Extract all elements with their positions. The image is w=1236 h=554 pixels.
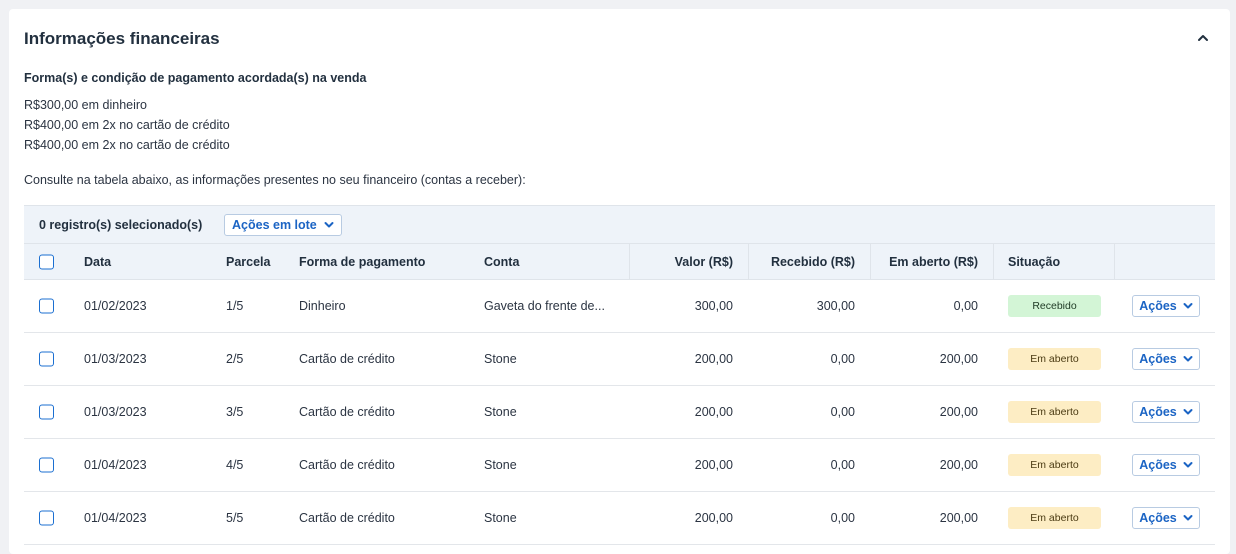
cell-recebido: 0,00	[830, 511, 855, 525]
column-divider	[1114, 244, 1115, 279]
row-checkbox[interactable]	[39, 404, 54, 420]
column-divider	[629, 244, 630, 279]
row-actions-button[interactable]: Ações	[1132, 401, 1200, 423]
chevron-down-icon	[1183, 462, 1193, 468]
chevron-down-icon	[324, 221, 334, 227]
cell-data: 01/04/2023	[84, 458, 147, 472]
section-title: Informações financeiras	[24, 29, 220, 48]
row-actions-label: Ações	[1139, 352, 1177, 366]
cell-aberto: 200,00	[939, 352, 978, 366]
cell-recebido: 0,00	[830, 405, 855, 419]
row-checkbox[interactable]	[39, 457, 54, 473]
column-divider	[748, 244, 749, 279]
batch-actions-button[interactable]: Ações em lote	[224, 213, 342, 236]
cell-aberto: 200,00	[939, 405, 978, 419]
select-all-checkbox[interactable]	[39, 254, 54, 269]
cell-valor: 200,00	[694, 511, 733, 525]
cell-forma: Dinheiro	[299, 299, 346, 313]
batch-actions-label: Ações em lote	[232, 217, 317, 232]
status-badge: Em aberto	[1008, 401, 1101, 423]
financial-info-card: Informações financeiras Forma(s) e condi…	[9, 9, 1230, 554]
cell-parcela: 4/5	[226, 458, 244, 472]
row-actions-label: Ações	[1139, 299, 1177, 313]
selected-count: 0 registro(s) selecionado(s)	[39, 217, 203, 232]
status-badge: Em aberto	[1008, 507, 1101, 529]
row-checkbox[interactable]	[39, 351, 54, 367]
column-divider	[870, 244, 871, 279]
header-parcela: Parcela	[226, 254, 271, 269]
table-header: Data Parcela Forma de pagamento Conta Va…	[24, 243, 1215, 280]
cell-conta: Stone	[484, 352, 517, 366]
table-row: 01/03/2023 2/5 Cartão de crédito Stone 2…	[24, 333, 1215, 386]
payment-conditions-title: Forma(s) e condição de pagamento acordad…	[24, 71, 367, 85]
batch-toolbar: 0 registro(s) selecionado(s) Ações em lo…	[24, 205, 1215, 243]
header-conta: Conta	[484, 254, 520, 269]
row-actions-label: Ações	[1139, 511, 1177, 525]
table-row: 01/04/2023 5/5 Cartão de crédito Stone 2…	[24, 492, 1215, 545]
cell-aberto: 200,00	[939, 458, 978, 472]
cell-conta: Gaveta do frente de...	[484, 299, 605, 313]
row-actions-button[interactable]: Ações	[1132, 295, 1200, 317]
header-recebido: Recebido (R$)	[770, 254, 855, 269]
cell-data: 01/03/2023	[84, 405, 147, 419]
header-forma: Forma de pagamento	[299, 254, 426, 269]
cell-valor: 200,00	[694, 458, 733, 472]
cell-forma: Cartão de crédito	[299, 405, 395, 419]
payment-condition-3: R$400,00 em 2x no cartão de crédito	[24, 138, 230, 152]
table-row: 01/03/2023 3/5 Cartão de crédito Stone 2…	[24, 386, 1215, 439]
cell-valor: 200,00	[694, 405, 733, 419]
row-checkbox[interactable]	[39, 298, 54, 314]
row-actions-label: Ações	[1139, 405, 1177, 419]
cell-valor: 200,00	[694, 352, 733, 366]
cell-data: 01/02/2023	[84, 299, 147, 313]
cell-conta: Stone	[484, 458, 517, 472]
table-row: 01/02/2023 1/5 Dinheiro Gaveta do frente…	[24, 280, 1215, 333]
table-row: 01/04/2023 4/5 Cartão de crédito Stone 2…	[24, 439, 1215, 492]
cell-parcela: 5/5	[226, 511, 244, 525]
chevron-down-icon	[1183, 303, 1193, 309]
cell-recebido: 300,00	[816, 299, 855, 313]
cell-forma: Cartão de crédito	[299, 511, 395, 525]
row-actions-button[interactable]: Ações	[1132, 507, 1200, 529]
header-valor: Valor (R$)	[674, 254, 733, 269]
cell-aberto: 200,00	[939, 511, 978, 525]
status-badge: Em aberto	[1008, 454, 1101, 476]
status-badge: Recebido	[1008, 295, 1101, 317]
cell-aberto: 0,00	[953, 299, 978, 313]
cell-forma: Cartão de crédito	[299, 352, 395, 366]
cell-data: 01/03/2023	[84, 352, 147, 366]
cell-parcela: 1/5	[226, 299, 244, 313]
cell-valor: 300,00	[694, 299, 733, 313]
cell-conta: Stone	[484, 405, 517, 419]
header-aberto: Em aberto (R$)	[889, 254, 978, 269]
row-actions-label: Ações	[1139, 458, 1177, 472]
header-situacao: Situação	[1008, 254, 1061, 269]
chevron-down-icon	[1183, 356, 1193, 362]
cell-parcela: 3/5	[226, 405, 244, 419]
cell-recebido: 0,00	[830, 458, 855, 472]
chevron-up-icon[interactable]	[1196, 31, 1210, 45]
row-checkbox[interactable]	[39, 510, 54, 526]
chevron-down-icon	[1183, 515, 1193, 521]
payment-condition-2: R$400,00 em 2x no cartão de crédito	[24, 118, 230, 132]
cell-conta: Stone	[484, 511, 517, 525]
cell-parcela: 2/5	[226, 352, 244, 366]
header-data: Data	[84, 254, 112, 269]
column-divider	[993, 244, 994, 279]
row-actions-button[interactable]: Ações	[1132, 454, 1200, 476]
table-intro-text: Consulte na tabela abaixo, as informaçõe…	[24, 173, 526, 187]
payment-condition-1: R$300,00 em dinheiro	[24, 98, 147, 112]
status-badge: Em aberto	[1008, 348, 1101, 370]
receivables-table: 0 registro(s) selecionado(s) Ações em lo…	[24, 205, 1215, 545]
chevron-down-icon	[1183, 409, 1193, 415]
cell-data: 01/04/2023	[84, 511, 147, 525]
cell-recebido: 0,00	[830, 352, 855, 366]
row-actions-button[interactable]: Ações	[1132, 348, 1200, 370]
cell-forma: Cartão de crédito	[299, 458, 395, 472]
